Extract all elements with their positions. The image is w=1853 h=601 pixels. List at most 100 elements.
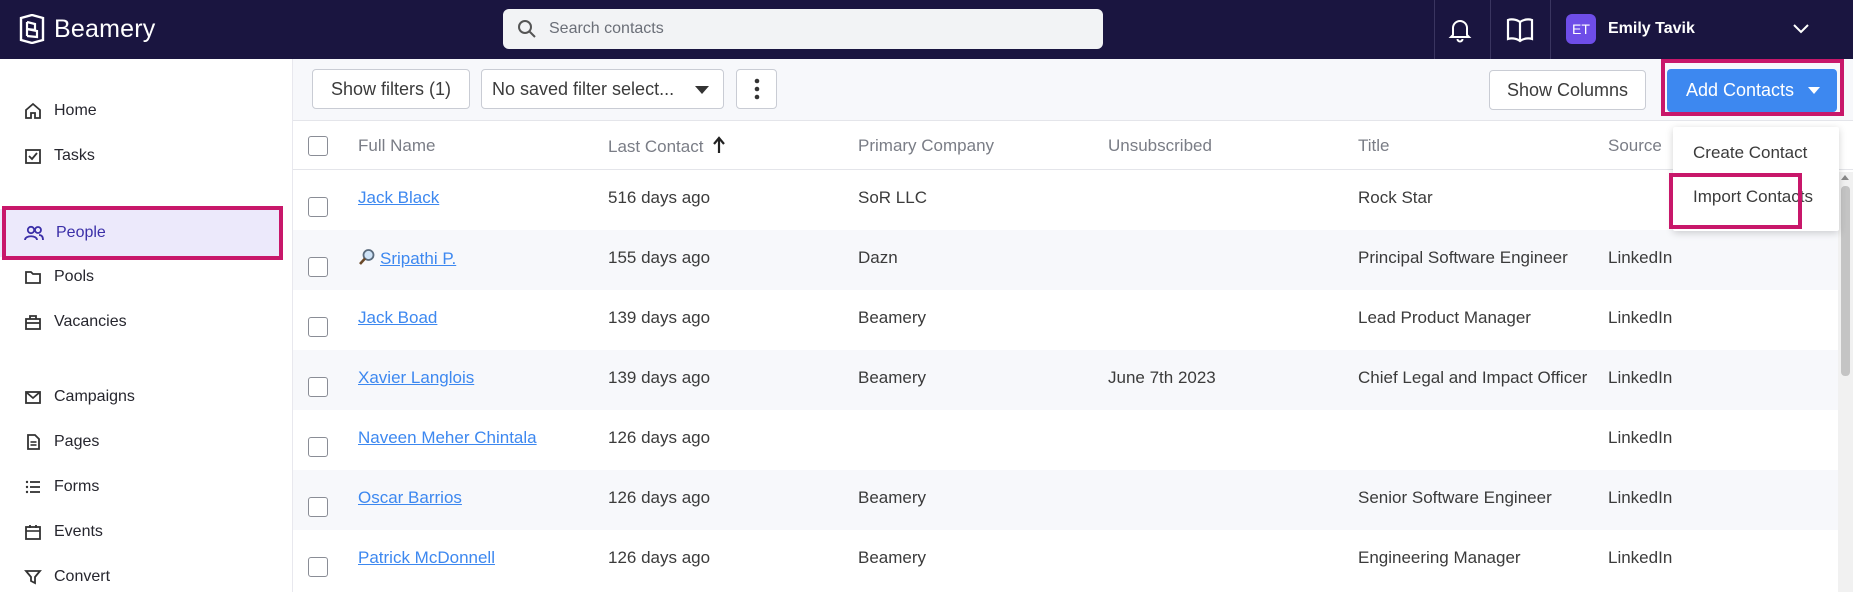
row-checkbox[interactable]: [308, 197, 328, 217]
divider: [1550, 0, 1551, 59]
row-checkbox[interactable]: [308, 557, 328, 577]
table-scrollbar[interactable]: [1838, 172, 1853, 592]
last-contact-cell: 139 days ago: [608, 368, 711, 387]
column-header-full-name[interactable]: Full Name: [358, 136, 435, 156]
sidebar-item-campaigns[interactable]: Campaigns: [0, 373, 283, 421]
avatar: ET: [1566, 14, 1596, 44]
row-checkbox[interactable]: [308, 317, 328, 337]
search-bar[interactable]: [503, 9, 1103, 49]
title-cell: Chief Legal and Impact Officer: [1358, 368, 1588, 387]
magnifier-icon: [359, 249, 375, 265]
row-checkbox[interactable]: [308, 437, 328, 457]
column-header-source[interactable]: Source: [1608, 136, 1662, 156]
saved-filter-value: No saved filter select...: [492, 78, 675, 99]
contact-name-link[interactable]: Patrick McDonnell: [358, 548, 495, 568]
sidebar-item-label: Convert: [54, 568, 111, 585]
sidebar-item-label: Campaigns: [54, 388, 135, 405]
table-row[interactable]: Jack Black 516 days ago SoR LLC Rock Sta…: [293, 170, 1838, 230]
company-cell: Beamery: [858, 308, 927, 327]
row-checkbox[interactable]: [308, 257, 328, 277]
help-guide-button[interactable]: [1500, 10, 1540, 50]
bell-icon: [1448, 20, 1472, 43]
saved-filter-select[interactable]: No saved filter select...: [481, 69, 724, 109]
company-cell: Beamery: [858, 368, 927, 387]
table-row[interactable]: Patrick McDonnell 126 days ago Beamery E…: [293, 530, 1838, 590]
title-cell: Senior Software Engineer: [1358, 488, 1552, 507]
column-header-title[interactable]: Title: [1358, 136, 1390, 156]
sidebar-item-label: Tasks: [54, 147, 95, 164]
column-header-last-contact[interactable]: Last Contact: [608, 136, 726, 157]
title-cell: Engineering Manager: [1358, 548, 1521, 567]
sidebar-item-label: Vacancies: [54, 313, 127, 330]
calendar-icon: [25, 525, 41, 540]
kebab-icon: [754, 78, 759, 100]
notifications-button[interactable]: [1440, 10, 1480, 50]
sort-ascending-icon[interactable]: [712, 136, 726, 154]
source-cell: LinkedIn: [1608, 488, 1673, 507]
table-row[interactable]: Naveen Meher Chintala 126 days ago Linke…: [293, 410, 1838, 470]
sidebar-item-pools[interactable]: Pools: [0, 253, 283, 301]
column-header-primary-company[interactable]: Primary Company: [858, 136, 994, 156]
divider: [1490, 0, 1491, 59]
beamery-logo-icon: [19, 14, 45, 44]
sidebar-item-events[interactable]: Events: [0, 508, 283, 556]
source-cell: LinkedIn: [1608, 248, 1673, 267]
people-highlight-box: [2, 206, 283, 260]
caret-down-icon: [695, 86, 709, 94]
sidebar-item-convert[interactable]: Convert: [0, 553, 283, 601]
company-cell: Beamery: [858, 548, 927, 567]
scrollbar-thumb[interactable]: [1841, 186, 1850, 376]
contact-name-cell: Sripathi P.: [358, 248, 456, 269]
table-header: Full Name Last Contact Primary Company U…: [293, 122, 1853, 170]
show-filters-button[interactable]: Show filters (1): [312, 69, 470, 109]
select-all-checkbox[interactable]: [308, 136, 328, 156]
search-icon: [518, 20, 536, 38]
last-contact-cell: 139 days ago: [608, 308, 711, 327]
sidebar-item-pages[interactable]: Pages: [0, 418, 283, 466]
add-contacts-highlight-box: [1661, 59, 1844, 116]
contact-name-link[interactable]: Jack Boad: [358, 308, 437, 328]
table-row[interactable]: Oscar Barrios 126 days ago Beamery Senio…: [293, 470, 1838, 530]
unsubscribed-cell: June 7th 2023: [1108, 368, 1216, 387]
contact-name-link[interactable]: Naveen Meher Chintala: [358, 428, 537, 448]
row-checkbox[interactable]: [308, 377, 328, 397]
chevron-down-icon[interactable]: [1790, 18, 1812, 40]
search-input[interactable]: [549, 20, 1069, 38]
scroll-up-arrow-icon[interactable]: [1841, 175, 1849, 180]
column-header-label: Last Contact: [608, 137, 704, 156]
sidebar-item-vacancies[interactable]: Vacancies: [0, 298, 283, 346]
table-row[interactable]: Sripathi P. 155 days ago Dazn Principal …: [293, 230, 1838, 290]
show-columns-button[interactable]: Show Columns: [1489, 70, 1646, 110]
brand-name: Beamery: [54, 14, 156, 43]
sidebar-item-tasks[interactable]: Tasks: [0, 132, 283, 180]
sidebar-item-label: Pools: [54, 268, 95, 285]
row-checkbox[interactable]: [308, 497, 328, 517]
contact-name-link[interactable]: Sripathi P.: [380, 249, 456, 268]
company-cell: SoR LLC: [858, 188, 927, 207]
contact-name-link[interactable]: Xavier Langlois: [358, 368, 474, 388]
home-icon: [25, 102, 41, 119]
company-cell: Beamery: [858, 488, 927, 507]
menu-item-create-contact[interactable]: Create Contact: [1693, 143, 1807, 163]
top-bar: Beamery ET Emily Tavik: [0, 0, 1853, 59]
tasks-icon: [25, 149, 41, 164]
sidebar-item-forms[interactable]: Forms: [0, 463, 283, 511]
source-cell: LinkedIn: [1608, 368, 1673, 387]
sidebar-item-home[interactable]: Home: [0, 87, 283, 135]
contact-name-link[interactable]: Oscar Barrios: [358, 488, 462, 508]
more-options-button[interactable]: [736, 69, 777, 109]
last-contact-cell: 126 days ago: [608, 488, 711, 507]
page-icon: [27, 434, 40, 450]
sidebar-item-label: Pages: [54, 433, 100, 450]
import-contacts-highlight-box: [1669, 173, 1802, 229]
table-row[interactable]: Xavier Langlois 139 days ago Beamery Jun…: [293, 350, 1838, 410]
table-row[interactable]: Jack Boad 139 days ago Beamery Lead Prod…: [293, 290, 1838, 350]
beamery-logo[interactable]: Beamery: [18, 13, 155, 45]
user-menu[interactable]: ET Emily Tavik: [1566, 13, 1695, 45]
contact-name-link[interactable]: Jack Black: [358, 188, 439, 208]
divider: [1434, 0, 1435, 59]
list-icon: [25, 480, 40, 494]
column-header-unsubscribed[interactable]: Unsubscribed: [1108, 136, 1212, 156]
last-contact-cell: 126 days ago: [608, 428, 711, 447]
last-contact-cell: 516 days ago: [608, 188, 711, 207]
